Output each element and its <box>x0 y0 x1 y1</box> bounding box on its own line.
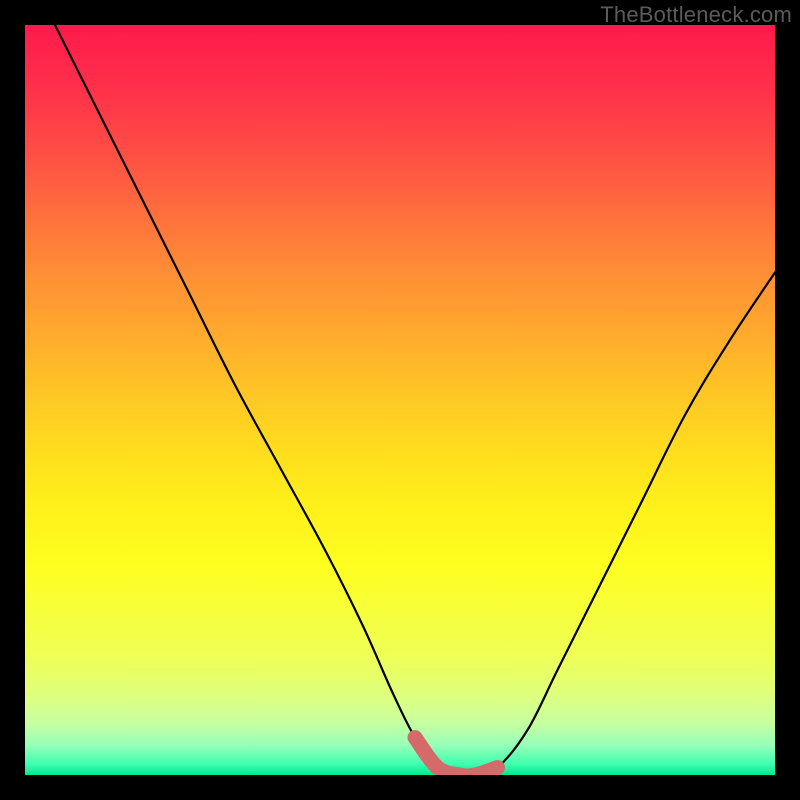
chart-svg <box>25 25 775 775</box>
optimal-zone-highlight <box>415 738 498 776</box>
chart-plot-area <box>25 25 775 775</box>
chart-frame: TheBottleneck.com <box>0 0 800 800</box>
watermark-text: TheBottleneck.com <box>600 2 792 28</box>
bottleneck-curve-line <box>55 25 775 775</box>
